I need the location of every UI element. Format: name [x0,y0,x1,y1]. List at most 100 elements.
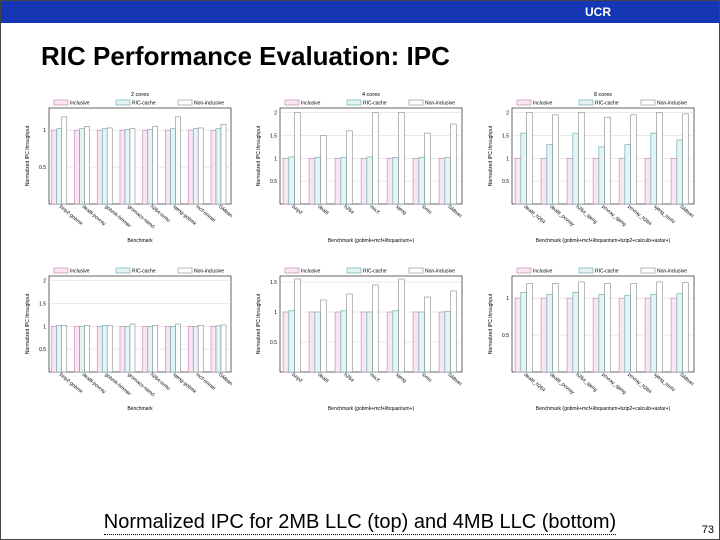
svg-text:GMean: GMean [446,204,463,219]
svg-text:Non-inclusive: Non-inclusive [657,269,687,275]
svg-text:0.5: 0.5 [502,179,509,185]
chart-panel-1: 0.5 1 1.5 2 4 cores Inclusive RIC-cache Non-inc… [250,86,470,246]
svg-text:Normalized IPC throughput: Normalized IPC throughput [488,293,494,354]
svg-text:bzip2-gobmk: bzip2-gobmk [57,204,83,227]
svg-text:Inclusive: Inclusive [533,101,553,107]
svg-text:GMean: GMean [217,372,234,387]
svg-text:RIC-cache: RIC-cache [363,269,387,275]
svg-text:Non-inclusive: Non-inclusive [657,101,687,107]
svg-text:tonto: tonto [420,372,433,384]
chart-panel-3: 0.511.52InclusiveRIC-cacheNon-inclusiveb… [19,254,239,414]
svg-text:1.5: 1.5 [39,301,46,307]
svg-text:Benchmark: Benchmark [127,406,153,412]
svg-text:0.5: 0.5 [270,340,277,346]
svg-text:Inclusive: Inclusive [301,101,321,107]
svg-text:dealII_h264: dealII_h264 [522,372,546,394]
svg-text:1: 1 [506,296,509,302]
ucr-label: UCR [585,5,611,19]
svg-text:RIC-cache: RIC-cache [132,101,156,107]
chart-panel-0: 0.5 1 2 cores Inclusive RIC-cache Non-inclusi… [19,86,239,246]
svg-text:0.5: 0.5 [39,165,46,171]
svg-text:RIC-cache: RIC-cache [363,101,387,107]
svg-text:bzip2: bzip2 [290,372,303,384]
svg-text:h264-tonto: h264-tonto [148,372,170,392]
svg-text:Benchmark (gobmk+mcf+libquantu: Benchmark (gobmk+mcf+libquantum+) [328,238,415,244]
slide-title: RIC Performance Evaluation: IPC [41,41,719,72]
page-number: 73 [702,524,714,536]
svg-text:0.5: 0.5 [270,179,277,185]
svg-text:Non-inclusive: Non-inclusive [194,269,224,275]
svg-text:GMean: GMean [217,204,234,219]
chart-panel-4: 0.5 1 1.5 Inclusive RIC-cache Non-inclusive bz… [250,254,470,414]
svg-text:2: 2 [274,111,277,117]
svg-text:sjeng: sjeng [394,204,407,216]
svg-text:0.5: 0.5 [502,333,509,339]
svg-text:Inclusive: Inclusive [70,101,90,107]
svg-text:RIC-cache: RIC-cache [132,269,156,275]
svg-text:tonto: tonto [420,204,433,216]
svg-text:GMean: GMean [446,372,463,387]
svg-text:h264: h264 [342,372,355,384]
svg-text:1.5: 1.5 [502,133,509,139]
svg-text:Non-inclusive: Non-inclusive [425,101,455,107]
svg-text:RIC-cache: RIC-cache [595,269,619,275]
svg-text:2: 2 [506,111,509,117]
svg-text:RIC-cache: RIC-cache [595,101,619,107]
svg-text:Benchmark (gobmk+mcf+libquantu: Benchmark (gobmk+mcf+libquantum+bzip2+ca… [535,406,670,412]
svg-text:h264: h264 [342,204,355,216]
svg-text:4 cores: 4 cores [362,92,380,98]
svg-text:1: 1 [274,156,277,162]
caption: Normalized IPC for 2MB LLC (top) and 4MB… [0,511,720,534]
svg-text:Benchmark: Benchmark [127,238,153,244]
svg-text:h264-tonto: h264-tonto [148,204,170,224]
svg-text:Non-inclusive: Non-inclusive [425,269,455,275]
svg-text:dealII: dealII [316,372,329,384]
svg-text:1: 1 [43,128,46,134]
svg-text:mcf-omnet: mcf-omnet [194,204,216,224]
svg-text:1: 1 [43,324,46,330]
svg-text:bzip2: bzip2 [290,204,303,216]
svg-text:1.5: 1.5 [270,280,277,286]
chart-grid: 0.5 1 2 cores Inclusive RIC-cache Non-inclusi… [1,82,719,418]
svg-text:1: 1 [506,156,509,162]
svg-text:sjeng: sjeng [394,372,407,384]
svg-text:h264_sjeng: h264_sjeng [574,204,598,225]
svg-text:8 cores: 8 cores [593,92,611,98]
svg-text:sjeng_tonto: sjeng_tonto [652,372,676,393]
svg-text:sjeng-gobmk: sjeng-gobmk [171,372,197,395]
svg-text:0.5: 0.5 [39,347,46,353]
svg-text:mcf-omnet: mcf-omnet [194,372,216,392]
svg-text:mixX: mixX [368,204,381,216]
svg-text:GMean: GMean [678,372,695,387]
svg-text:dealII: dealII [316,204,329,216]
svg-text:1: 1 [274,310,277,316]
svg-text:Inclusive: Inclusive [301,269,321,275]
chart-panel-5: 0.5 1 Inclusive RIC-cache Non-inclusive dealI… [482,254,702,414]
svg-text:bzip2-gobmk: bzip2-gobmk [57,372,83,395]
svg-text:GMean: GMean [678,204,695,219]
svg-text:mixX: mixX [368,372,381,384]
svg-text:dealII_povray: dealII_povray [548,204,575,228]
svg-text:dealII_h264: dealII_h264 [522,204,546,226]
svg-text:Non-inclusive: Non-inclusive [194,101,224,107]
svg-text:Normalized IPC throughput: Normalized IPC throughput [256,293,262,354]
chart-panel-2: 0.5 1 1.5 2 8 cores Inclusive RIC-cache Non-inc… [482,86,702,246]
svg-text:Inclusive: Inclusive [70,269,90,275]
svg-text:1.5: 1.5 [270,133,277,139]
svg-text:Normalized IPC throughput: Normalized IPC throughput [256,125,262,186]
svg-text:povray_h264: povray_h264 [626,204,652,227]
svg-text:povray_sjeng: povray_sjeng [600,204,627,228]
svg-text:2 cores: 2 cores [130,92,148,98]
svg-text:Normalized IPC throughput: Normalized IPC throughput [488,125,494,186]
svg-text:sjeng_tonto: sjeng_tonto [652,204,676,225]
svg-text:dealII_povray: dealII_povray [548,372,575,396]
svg-text:Inclusive: Inclusive [533,269,553,275]
svg-text:Benchmark (gobmk+mcf+libquantu: Benchmark (gobmk+mcf+libquantum+) [328,406,415,412]
svg-text:Normalized IPC throughput: Normalized IPC throughput [25,125,31,186]
svg-text:povray_h264: povray_h264 [626,372,652,395]
svg-text:Benchmark (gobmk+mcf+libquantu: Benchmark (gobmk+mcf+libquantum+bzip2+ca… [535,238,670,244]
ucr-banner: UCR [1,1,719,23]
svg-text:h264_sjeng: h264_sjeng [574,372,598,393]
svg-text:povray_sjeng: povray_sjeng [600,372,627,396]
svg-text:Normalized IPC throughput: Normalized IPC throughput [25,293,31,354]
